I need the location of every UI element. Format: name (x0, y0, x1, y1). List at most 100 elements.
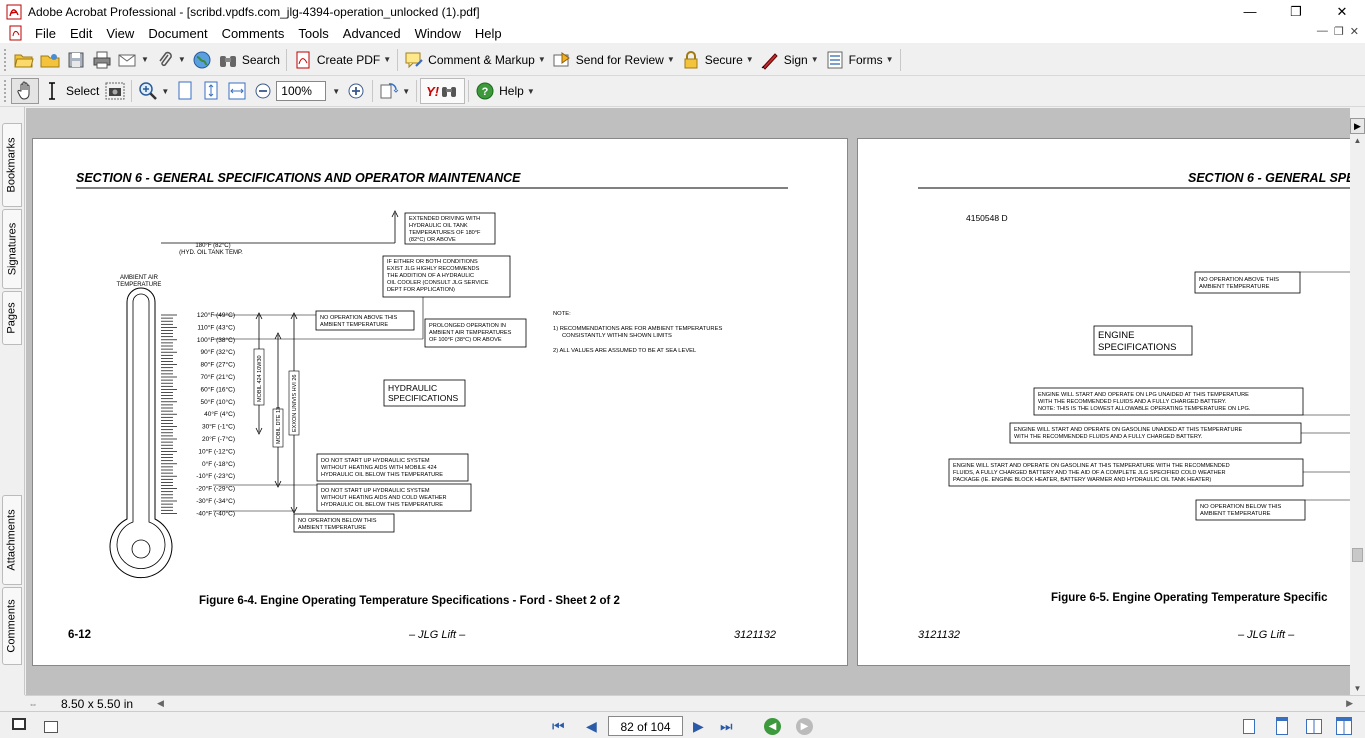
continuous-icon[interactable] (1276, 717, 1288, 735)
next-view-button[interactable]: ▶ (796, 718, 813, 735)
box-gasoline-start: ENGINE WILL START AND OPERATE ON GASOLIN… (1009, 422, 1302, 444)
zoom-input[interactable] (276, 81, 327, 101)
panel-toggle-icon[interactable] (44, 721, 58, 733)
box-oil-cooler-recommendation: IF EITHER OR BOTH CONDITIONS EXIST JLG H… (382, 255, 511, 298)
doc-number: 3121132 (734, 629, 776, 641)
separator (372, 80, 374, 102)
menu-tools[interactable]: Tools (291, 26, 335, 41)
scroll-right-icon[interactable]: ▶ (1346, 698, 1353, 709)
single-page-icon[interactable] (1243, 719, 1255, 734)
sign-button[interactable]: Sign ▼ (757, 47, 822, 73)
box-no-operation-below: NO OPERATION BELOW THIS AMBIENT TEMPERAT… (293, 513, 395, 533)
temperature-label: 50°F (10°C) (201, 398, 235, 406)
menu-document[interactable]: Document (141, 26, 214, 41)
tab-bookmarks[interactable]: Bookmarks (2, 123, 22, 207)
zoom-in-tool-button[interactable]: ▼ (135, 78, 172, 104)
last-page-button[interactable]: ⏭ (720, 718, 733, 735)
svg-text:AMBIENT TEMPERATURE: AMBIENT TEMPERATURE (320, 322, 388, 328)
minimize-button[interactable]: — (1227, 0, 1273, 23)
scroll-thumb[interactable] (1352, 548, 1363, 562)
close-button[interactable]: ✕ (1319, 0, 1365, 23)
tab-signatures[interactable]: Signatures (2, 209, 22, 289)
thermometer-inner (116, 293, 166, 569)
svg-text:HYDRAULIC OIL TANK: HYDRAULIC OIL TANK (409, 223, 468, 229)
rotate-view-button[interactable]: ▼ (376, 78, 413, 104)
send-review-label: Send for Review (575, 52, 664, 67)
send-review-button[interactable]: Send for Review ▼ (549, 47, 678, 73)
forms-button[interactable]: Forms ▼ (822, 47, 897, 73)
menu-view[interactable]: View (99, 26, 141, 41)
print-button[interactable] (89, 47, 115, 73)
menu-file[interactable]: File (28, 26, 63, 41)
chevron-down-icon: ▼ (745, 55, 754, 64)
doc-close-button[interactable]: ✕ (1350, 25, 1359, 38)
lock-icon (681, 50, 701, 70)
camera-icon (105, 81, 125, 101)
menu-window[interactable]: Window (408, 26, 468, 41)
create-pdf-button[interactable]: Create PDF ▼ (290, 47, 394, 73)
toolbar-grip[interactable] (4, 48, 8, 71)
facing-icon[interactable] (1306, 719, 1322, 734)
binoculars-icon (218, 50, 238, 70)
first-page-button[interactable]: ⏮ (552, 718, 565, 735)
tab-attachments[interactable]: Attachments (2, 495, 22, 585)
snapshot-button[interactable] (102, 78, 128, 104)
split-handle-icon[interactable]: ⇔ (25, 699, 41, 709)
zoom-dropdown[interactable]: ▼ (326, 78, 343, 104)
scroll-up-icon[interactable]: ▲ (1350, 136, 1365, 150)
help-button[interactable]: ? Help ▼ (472, 78, 538, 104)
note-line: 1) RECOMMENDATIONS ARE FOR AMBIENT TEMPE… (553, 326, 722, 332)
tab-pages[interactable]: Pages (2, 291, 22, 345)
yahoo-toolbar-button[interactable]: Y! (420, 78, 466, 104)
secure-button[interactable]: Secure ▼ (678, 47, 757, 73)
doc-number: 3121132 (918, 629, 960, 641)
page-number-input[interactable] (608, 716, 683, 736)
tab-comments[interactable]: Comments (2, 587, 22, 665)
hand-icon (15, 81, 35, 101)
doc-minimize-button[interactable]: — (1317, 25, 1328, 38)
temperature-label: -30°F (-34°C) (196, 497, 235, 505)
panel-toggle-icon[interactable] (12, 718, 26, 730)
continuous-facing-icon[interactable] (1336, 717, 1352, 735)
email-button[interactable]: ▼ (115, 47, 152, 73)
save-button[interactable] (63, 47, 89, 73)
svg-text:SPECIFICATIONS: SPECIFICATIONS (1098, 342, 1176, 353)
maximize-button[interactable]: ❐ (1273, 0, 1319, 23)
doc-restore-button[interactable]: ❐ (1334, 25, 1344, 38)
menu-comments[interactable]: Comments (215, 26, 292, 41)
web-button[interactable] (189, 47, 215, 73)
temperature-label: -20°F (-29°C) (196, 485, 235, 493)
fit-width-button[interactable] (224, 78, 250, 104)
menu-advanced[interactable]: Advanced (336, 26, 408, 41)
open-button[interactable] (11, 47, 37, 73)
hand-tool-button[interactable] (11, 78, 39, 104)
zoom-out-button[interactable] (250, 78, 276, 104)
svg-text:PACKAGE (IE. ENGINE BLOCK HEAT: PACKAGE (IE. ENGINE BLOCK HEATER, BATTER… (953, 477, 1211, 483)
document-view[interactable]: SECTION 6 - GENERAL SPECIFICATIONS AND O… (26, 108, 1350, 695)
comment-markup-button[interactable]: Comment & Markup ▼ (401, 47, 549, 73)
document-icon[interactable] (8, 25, 24, 41)
fit-page-button[interactable] (198, 78, 224, 104)
search-button[interactable]: Search (215, 47, 283, 73)
svg-text:WITH THE RECOMMENDED FLUIDS AN: WITH THE RECOMMENDED FLUIDS AND A FULLY … (1014, 434, 1203, 440)
menu-help[interactable]: Help (468, 26, 509, 41)
text-cursor-icon (42, 81, 62, 101)
file-toolbar: ▼ ▼ Search Create PDF ▼ Comment & Markup ▼… (0, 44, 1365, 76)
svg-text:(82°C) OR ABOVE: (82°C) OR ABOVE (409, 237, 456, 243)
select-tool-button[interactable]: Select (39, 78, 102, 104)
zoom-in-button[interactable] (343, 78, 369, 104)
menu-edit[interactable]: Edit (63, 26, 99, 41)
organizer-button[interactable] (37, 47, 63, 73)
attach-button[interactable]: ▼ (152, 47, 189, 73)
actual-size-button[interactable] (172, 78, 198, 104)
toolbar-grip[interactable] (4, 80, 8, 102)
next-page-button[interactable]: ▶ (693, 718, 704, 735)
scroll-left-icon[interactable]: ◀ (157, 698, 164, 709)
previous-view-button[interactable]: ◀ (764, 718, 781, 735)
scroll-down-icon[interactable]: ▼ (1350, 684, 1365, 693)
separator (468, 80, 470, 102)
section-header: SECTION 6 - GENERAL SPE (1188, 171, 1350, 185)
vertical-scrollbar[interactable]: ▲ ▼ (1350, 136, 1365, 695)
previous-page-button[interactable]: ◀ (586, 718, 597, 735)
page-nav-arrow[interactable]: ▶ (1350, 118, 1365, 134)
